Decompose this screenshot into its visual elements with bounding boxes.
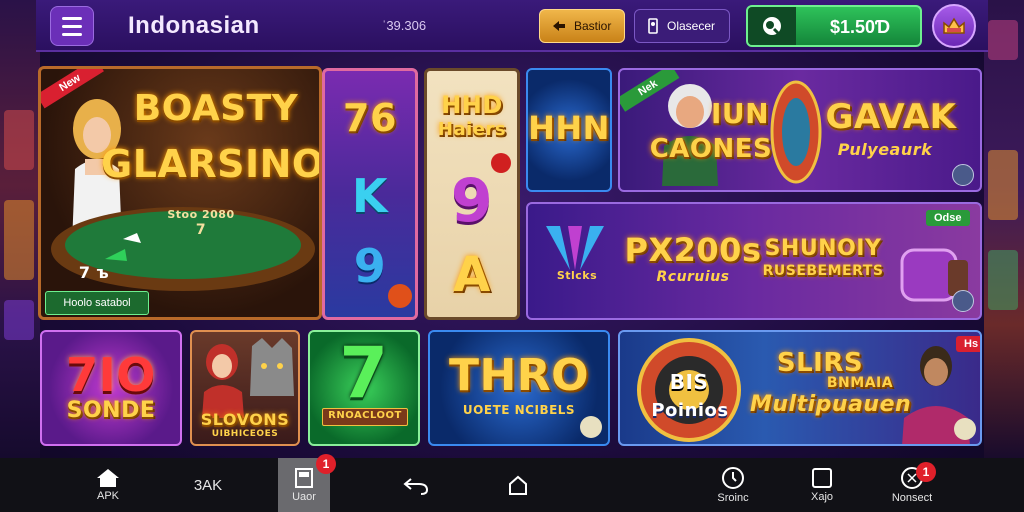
menu-line — [62, 16, 82, 20]
right-backdrop — [984, 0, 1024, 464]
dark-button-label: Olasecer — [667, 19, 716, 33]
wheel-text-line1: BIS — [669, 370, 709, 394]
woman-figure — [202, 344, 244, 418]
gold-button-label: Bastior — [574, 19, 612, 33]
hhd-symbol: A — [453, 247, 491, 303]
seven-title: 7 — [339, 332, 389, 414]
left-backdrop — [0, 0, 40, 464]
nav-item-apk[interactable]: APK — [84, 458, 132, 512]
arrow-icon — [553, 21, 565, 31]
profile-button[interactable] — [932, 4, 976, 48]
table-number: 7 — [195, 222, 207, 238]
header-value: ˈ39.306 — [382, 18, 427, 33]
hamburger-menu-button[interactable] — [50, 6, 94, 46]
top-bar: Indonasian ˈ39.306 Bastior Olasecer $1.5… — [36, 0, 988, 52]
game-tile-boasty-glarsino[interactable]: New BOASTY GLARSINO Stoo 2080 7 7 ъ Hool… — [38, 66, 322, 320]
clock-icon — [722, 467, 744, 489]
nav-item-share[interactable] — [498, 458, 538, 512]
nav-label-nonsect: Nonsect — [891, 492, 933, 504]
game-tile-7io-sonde[interactable]: 7IO SONDE — [40, 330, 182, 446]
nav-item-xajo[interactable]: Xajo — [800, 458, 844, 512]
wheel-text-line2: Poinios — [651, 400, 729, 421]
hhd-symbol: 9 — [450, 166, 494, 236]
gem-icon — [388, 284, 412, 308]
casino-title-line1: BOASTY — [133, 88, 299, 129]
hhd-title-line2: Haiers — [437, 119, 507, 140]
tio-title-line1: 7IO — [66, 348, 156, 402]
px200-side-line1: SHUNOIY — [764, 236, 882, 261]
crown-icon — [943, 17, 965, 34]
nav-item-sroinc[interactable]: Sroinc — [706, 458, 760, 512]
thro-info-button[interactable] — [580, 416, 602, 438]
slirs-title-line1: SLIRS — [776, 348, 864, 378]
game-tile-slirs-multipuauen[interactable]: Hs BIS Poinios SLIRS BNMAIA Multipuauen — [618, 330, 982, 446]
nav-label-apk: APK — [96, 490, 119, 502]
nav-label-xajo: Xajo — [810, 491, 834, 503]
px200-title-line2: Rcuruius — [656, 269, 730, 285]
thro-title: THRO — [448, 350, 590, 401]
app-title: Indonasian — [128, 12, 260, 39]
hhn-title: HHN — [528, 109, 610, 147]
game-tile-hhd-haiers[interactable]: HHD Haiers 9 A — [424, 68, 520, 320]
slovons-subtitle: UIBHICEOES — [211, 429, 279, 439]
game-tile-thro[interactable]: THRO UOETE NCIBELS — [428, 330, 610, 446]
game-tile-hhn[interactable]: HHN — [526, 68, 612, 192]
px200-side-line2: RUSEBEMERTS — [762, 263, 884, 279]
dice-icon — [491, 153, 511, 173]
notification-badge: 1 — [316, 454, 336, 474]
casino-play-button[interactable]: Hoolo satabol — [45, 291, 149, 315]
nav-label-sroinc: Sroinc — [717, 492, 749, 504]
gavak-title: GAVAK — [825, 97, 957, 137]
share-icon — [509, 475, 527, 495]
game-tile-seven[interactable]: 7 RNOACLOOT — [308, 330, 420, 446]
iun-title-line2: CAONES — [649, 134, 773, 164]
casino-button-label: Hoolo satabol — [63, 297, 131, 309]
px200-info-button[interactable] — [952, 290, 974, 312]
old-man-figure — [662, 84, 718, 186]
menu-line — [62, 32, 82, 36]
balance-button[interactable]: $1.50Ɗ — [746, 5, 922, 47]
book-icon — [295, 468, 313, 488]
iun-info-button[interactable] — [952, 164, 974, 186]
odse-tag: Odse — [926, 210, 970, 226]
square-icon — [812, 468, 832, 488]
slot-symbol: 76 — [343, 96, 397, 140]
game-tile-slovons[interactable]: SLOVONS UIBHICEOES — [190, 330, 300, 446]
user-icon — [648, 18, 658, 34]
chips-text: 7 ъ — [78, 263, 110, 282]
gavak-subtitle: Pulyeaurk — [837, 140, 933, 159]
slirs-title-line3: Multipuauen — [750, 392, 912, 417]
balance-amount: $1.50Ɗ — [829, 17, 891, 37]
nav-label-uaor: Uaor — [292, 491, 316, 503]
px200-title-line1: PX200s — [624, 231, 762, 269]
tio-title-line2: SONDE — [66, 398, 156, 423]
dark-action-button[interactable]: Olasecer — [634, 9, 730, 43]
casino-title-line2: GLARSINO — [101, 142, 322, 186]
seven-subtitle: RNOACLOOT — [328, 410, 402, 421]
hhd-title-line1: HHD — [441, 91, 503, 119]
menu-line — [62, 24, 82, 28]
thro-subtitle: UOETE NCIBELS — [462, 403, 576, 417]
slirs-title-line2: BNMAIA — [826, 375, 894, 391]
game-tile-slot-symbols[interactable]: 76 K 9 — [322, 68, 418, 320]
nav-item-3ak[interactable]: 3AK — [180, 458, 236, 512]
undo-icon — [403, 478, 429, 495]
table-text: Stoo 2080 — [167, 208, 235, 221]
wolf-figure — [250, 338, 294, 396]
wallet-icon — [748, 7, 796, 45]
slovons-title: SLOVONS — [200, 410, 290, 429]
px200-left-text: Stlcks — [556, 269, 598, 282]
nav-item-undo[interactable] — [396, 458, 436, 512]
bottom-navigation-bar: APK 3AK Uaor 1 Sroinc Xajo Nonsect 1 — [0, 454, 1024, 512]
slirs-info-button[interactable] — [954, 418, 976, 440]
slot-symbol: K — [351, 169, 389, 223]
game-tile-px200s[interactable]: Odse Stlcks PX200s Rcuruius SHUNOIY RUSE… — [526, 202, 982, 320]
notification-badge: 1 — [916, 462, 936, 482]
gold-action-button[interactable]: Bastior — [539, 9, 625, 43]
game-tile-iun-caones[interactable]: Nek IUN CAONES GAVAK Pulyeaurk — [618, 68, 982, 192]
home-icon — [97, 469, 119, 487]
nav-label-3ak: 3AK — [193, 476, 223, 494]
